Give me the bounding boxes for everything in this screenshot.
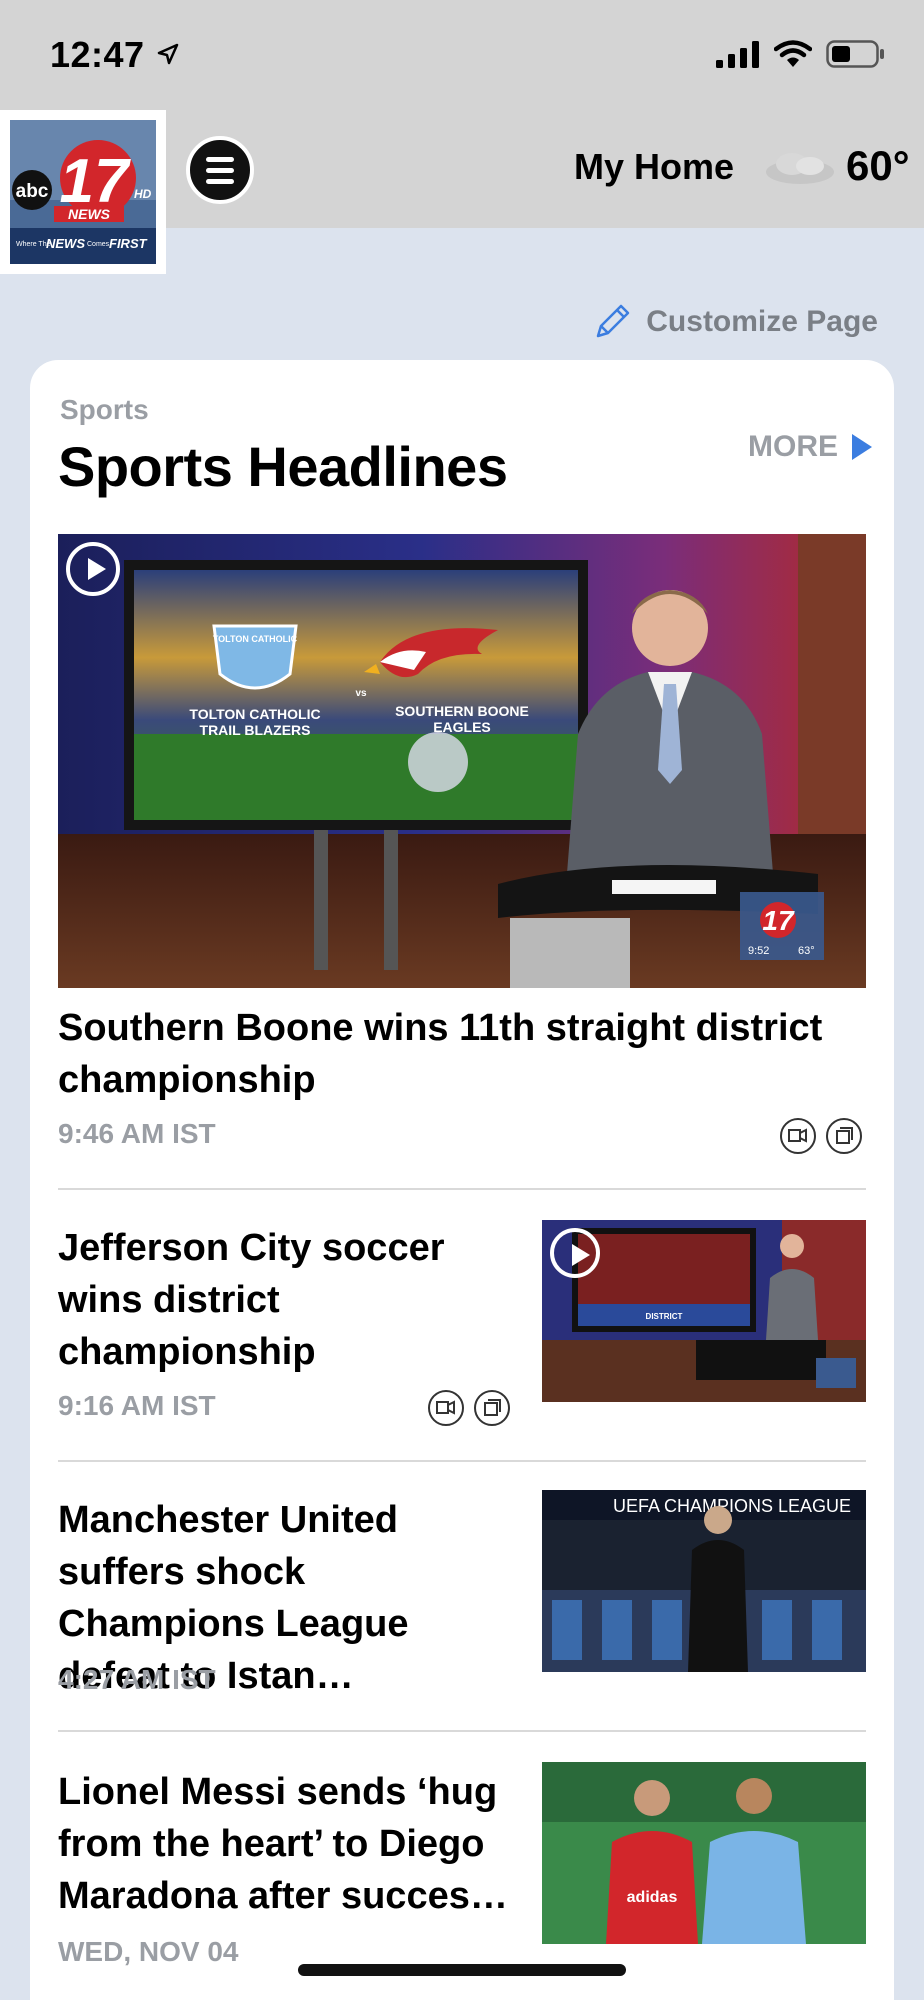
location-arrow-icon bbox=[157, 43, 179, 65]
svg-text:Comes: Comes bbox=[87, 241, 110, 248]
hero-timestamp: 9:46 AM IST bbox=[58, 1118, 216, 1149]
home-indicator[interactable] bbox=[298, 1964, 626, 1976]
section-title: Sports Headlines bbox=[58, 435, 508, 498]
gallery-icon bbox=[474, 1390, 510, 1426]
svg-text:TOLTON CATHOLIC: TOLTON CATHOLIC bbox=[189, 706, 320, 722]
station-logo[interactable]: abc 17 HD NEWS Where The NEWS Comes FIRS… bbox=[0, 110, 166, 274]
svg-text:9:52: 9:52 bbox=[748, 945, 769, 957]
hero-headline[interactable]: Southern Boone wins 11th straight distri… bbox=[58, 1002, 866, 1106]
customize-page-button[interactable]: Customize Page bbox=[592, 302, 878, 342]
story-thumbnail[interactable]: adidas bbox=[542, 1762, 866, 1944]
messi-maradona-thumbnail-image: adidas bbox=[542, 1762, 866, 1944]
wifi-icon bbox=[774, 40, 812, 67]
svg-text:vs: vs bbox=[355, 688, 367, 699]
pencil-icon bbox=[597, 304, 630, 338]
cloudy-weather-icon[interactable] bbox=[762, 146, 838, 192]
svg-text:adidas: adidas bbox=[627, 1889, 678, 1906]
video-icon bbox=[428, 1390, 464, 1426]
champions-league-thumbnail-image: UEFA CHAMPIONS LEAGUE bbox=[542, 1490, 866, 1672]
more-label: MORE bbox=[748, 430, 838, 463]
screen: 12:47 abc 17 HD NEWS Where The NEWS Come… bbox=[0, 0, 924, 2000]
hero-studio-image: TOLTON CATHOLIC TOLTON CATHOLIC TRAIL BL… bbox=[58, 534, 866, 988]
divider bbox=[58, 1460, 866, 1462]
location-label[interactable]: My Home bbox=[574, 146, 734, 188]
svg-text:TOLTON CATHOLIC: TOLTON CATHOLIC bbox=[213, 634, 298, 644]
svg-text:FIRST: FIRST bbox=[109, 236, 148, 251]
story-media-icons bbox=[428, 1390, 510, 1426]
triangle-right-icon bbox=[852, 434, 872, 460]
section-category: Sports bbox=[60, 394, 149, 425]
svg-text:TRAIL BLAZERS: TRAIL BLAZERS bbox=[200, 722, 311, 738]
svg-text:63°: 63° bbox=[798, 945, 815, 957]
svg-text:17: 17 bbox=[762, 905, 795, 936]
battery-icon bbox=[826, 40, 884, 68]
divider bbox=[58, 1730, 866, 1732]
abc17-logo-icon: abc 17 HD NEWS Where The NEWS Comes FIRS… bbox=[10, 120, 156, 264]
signal-icon bbox=[716, 41, 759, 68]
story-thumbnail[interactable]: UEFA CHAMPIONS LEAGUE bbox=[542, 1490, 866, 1672]
customize-page-label: Customize Page bbox=[646, 305, 878, 338]
story-headline[interactable]: Lionel Messi sends ‘hug from the heart’ … bbox=[58, 1766, 518, 1922]
svg-text:SOUTHERN BOONE: SOUTHERN BOONE bbox=[395, 703, 529, 719]
story-timestamp: 9:16 AM IST bbox=[58, 1390, 216, 1421]
hero-media-icons bbox=[780, 1118, 862, 1154]
svg-text:NEWS: NEWS bbox=[68, 206, 111, 222]
svg-text:UEFA CHAMPIONS LEAGUE: UEFA CHAMPIONS LEAGUE bbox=[613, 1496, 851, 1516]
play-icon[interactable] bbox=[66, 542, 120, 596]
story-timestamp: 4:27 AM IST bbox=[58, 1664, 216, 1695]
temperature[interactable]: 60° bbox=[846, 142, 910, 190]
play-icon[interactable] bbox=[550, 1228, 600, 1278]
status-bar: 12:47 bbox=[0, 0, 924, 112]
svg-text:NEWS: NEWS bbox=[46, 236, 85, 251]
svg-text:HD: HD bbox=[134, 187, 152, 201]
logo-mark: abc 17 HD NEWS Where The NEWS Comes FIRS… bbox=[10, 120, 156, 264]
more-button[interactable]: MORE bbox=[748, 430, 874, 464]
video-icon bbox=[780, 1118, 816, 1154]
menu-button[interactable] bbox=[186, 136, 254, 204]
svg-text:DISTRICT: DISTRICT bbox=[646, 1312, 683, 1321]
story-headline[interactable]: Jefferson City soccer wins district cham… bbox=[58, 1222, 518, 1378]
divider bbox=[58, 1188, 866, 1190]
hero-image[interactable]: TOLTON CATHOLIC TOLTON CATHOLIC TRAIL BL… bbox=[58, 534, 866, 988]
svg-text:abc: abc bbox=[16, 181, 49, 202]
gallery-icon bbox=[826, 1118, 862, 1154]
hamburger-icon bbox=[206, 156, 234, 162]
story-thumbnail[interactable]: DISTRICT bbox=[542, 1220, 866, 1402]
status-time: 12:47 bbox=[50, 34, 145, 75]
story-timestamp: WED, NOV 04 bbox=[58, 1936, 239, 1967]
